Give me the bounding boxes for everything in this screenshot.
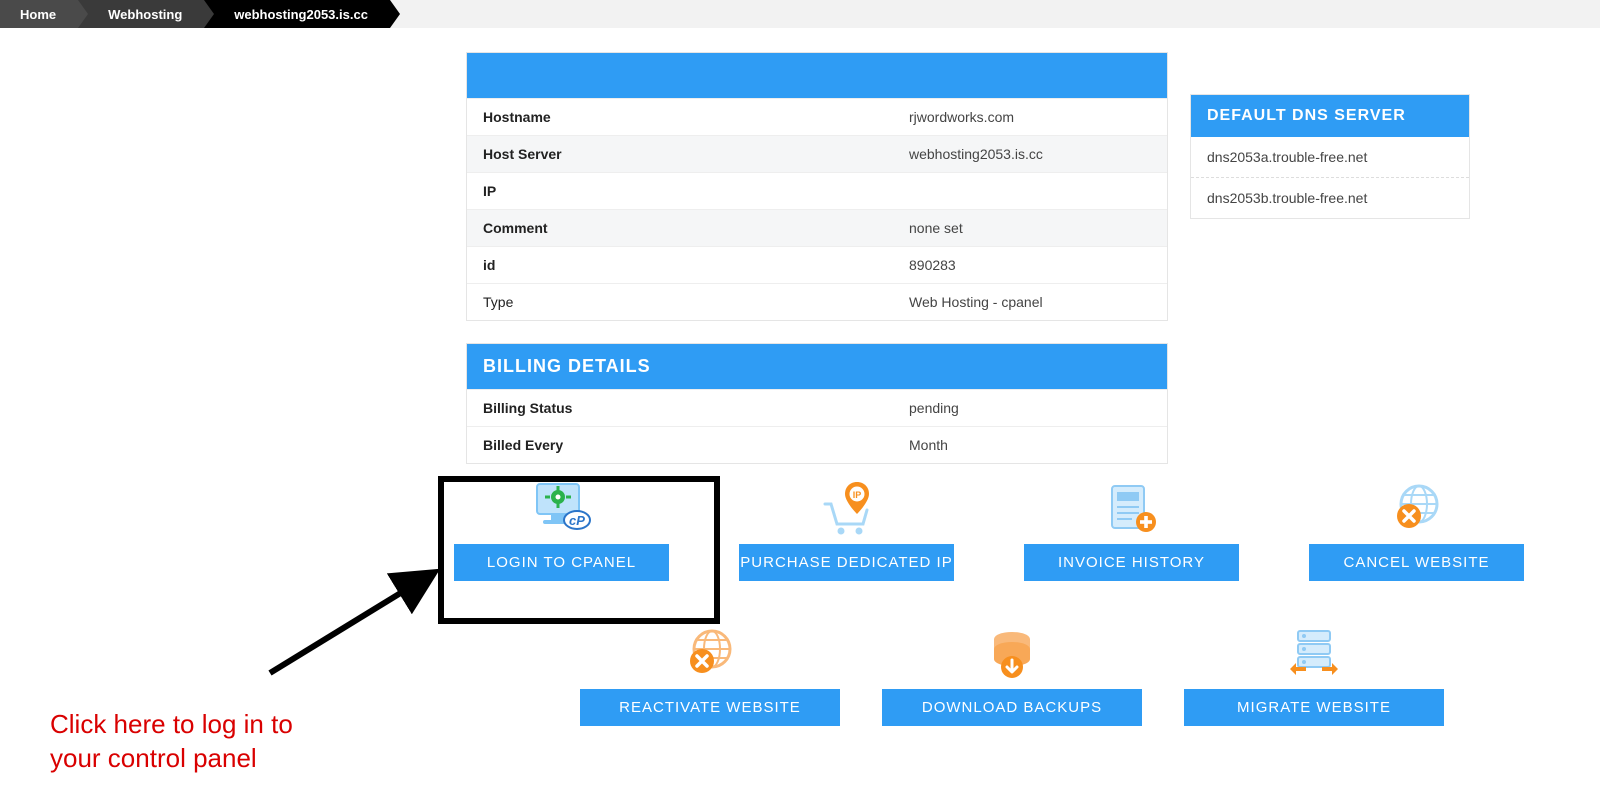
detail-value [901, 173, 1167, 209]
reactivate-website-button[interactable]: REACTIVATE WEBSITE [580, 689, 840, 726]
globe-cancel-orange-icon [580, 621, 840, 685]
cancel-website-card[interactable]: CANCEL WEBSITE [1309, 476, 1524, 581]
dns-header: DEFAULT DNS SERVER [1191, 95, 1469, 137]
detail-label: Type [467, 284, 901, 320]
breadcrumb-home[interactable]: Home [0, 0, 78, 28]
detail-label: Comment [467, 210, 901, 246]
purchase-dedicated-ip-card[interactable]: IP PURCHASE DEDICATED IP [739, 476, 954, 581]
annotation-text: Click here to log in to your control pan… [50, 708, 293, 776]
detail-value: none set [901, 210, 1167, 246]
cancel-website-button[interactable]: CANCEL WEBSITE [1309, 544, 1524, 581]
billing-value: Month [901, 427, 1167, 463]
detail-value: Web Hosting - cpanel [901, 284, 1167, 320]
login-to-cpanel-button[interactable]: LOGIN TO CPANEL [454, 544, 669, 581]
invoice-history-button[interactable]: INVOICE HISTORY [1024, 544, 1239, 581]
cart-ip-pin-icon: IP [739, 476, 954, 540]
detail-label: Host Server [467, 136, 901, 172]
detail-value: rjwordworks.com [901, 99, 1167, 135]
download-backups-button[interactable]: DOWNLOAD BACKUPS [882, 689, 1142, 726]
billing-value: pending [901, 390, 1167, 426]
details-header [467, 53, 1167, 98]
svg-text:cP: cP [569, 513, 585, 528]
invoice-plus-icon [1024, 476, 1239, 540]
database-download-icon [882, 621, 1142, 685]
migrate-website-button[interactable]: MIGRATE WEBSITE [1184, 689, 1444, 726]
details-panel: Hostnamerjwordworks.com Host Serverwebho… [466, 52, 1168, 321]
reactivate-website-card[interactable]: REACTIVATE WEBSITE [580, 621, 840, 726]
dns-item: dns2053b.trouble-free.net [1191, 178, 1469, 218]
detail-label: Hostname [467, 99, 901, 135]
breadcrumb-current: webhosting2053.is.cc [204, 0, 390, 28]
download-backups-card[interactable]: DOWNLOAD BACKUPS [882, 621, 1142, 726]
dns-panel: DEFAULT DNS SERVER dns2053a.trouble-free… [1190, 94, 1470, 219]
billing-label: Billed Every [467, 427, 901, 463]
purchase-dedicated-ip-button[interactable]: PURCHASE DEDICATED IP [739, 544, 954, 581]
dns-item: dns2053a.trouble-free.net [1191, 137, 1469, 178]
annotation-arrow-icon [255, 563, 450, 683]
svg-text:IP: IP [852, 490, 861, 500]
login-to-cpanel-card[interactable]: cP LOGIN TO CPANEL [454, 476, 669, 581]
billing-header: BILLING DETAILS [467, 344, 1167, 389]
detail-value: 890283 [901, 247, 1167, 283]
detail-label: id [467, 247, 901, 283]
billing-label: Billing Status [467, 390, 901, 426]
detail-value: webhosting2053.is.cc [901, 136, 1167, 172]
monitor-gear-cpanel-icon: cP [454, 476, 669, 540]
invoice-history-card[interactable]: INVOICE HISTORY [1024, 476, 1239, 581]
server-migrate-icon [1184, 621, 1444, 685]
detail-label: IP [467, 173, 901, 209]
breadcrumb-webhosting[interactable]: Webhosting [78, 0, 204, 28]
globe-cancel-icon [1309, 476, 1524, 540]
billing-panel: BILLING DETAILS Billing Statuspending Bi… [466, 343, 1168, 464]
breadcrumb: Home Webhosting webhosting2053.is.cc [0, 0, 1600, 28]
migrate-website-card[interactable]: MIGRATE WEBSITE [1184, 621, 1444, 726]
